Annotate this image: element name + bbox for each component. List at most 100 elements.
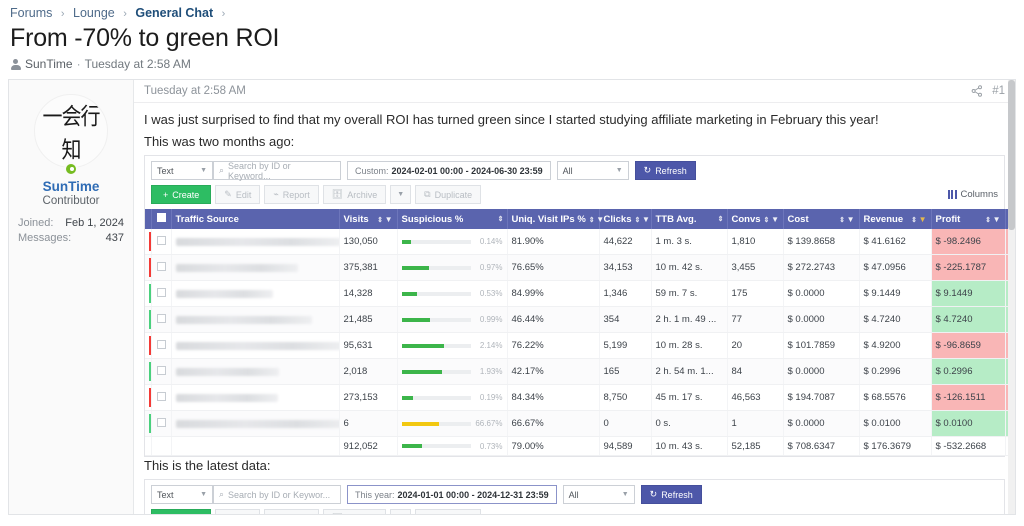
avatar[interactable]: 一会行知 — [34, 94, 108, 168]
row-checkbox[interactable] — [151, 411, 171, 437]
table-row[interactable]: 273,153 0.19% 84.34% 8,750 45 m. 17 s. 46,563… — [145, 385, 1015, 411]
table-row[interactable]: 21,485 0.99% 46.44% 354 2 h. 1 m. 49 ... 77 $ … — [145, 307, 1015, 333]
tracker2-refresh-button[interactable]: ↻ Refresh — [641, 485, 702, 504]
tracker2-search-input[interactable]: ⌕ Search by ID or Keywor... — [213, 485, 341, 504]
suspicious-value: 1.93% — [475, 367, 503, 376]
cell-revenue: $ 0.0100 — [859, 411, 931, 437]
cell-suspicious: 1.93% — [397, 359, 507, 385]
suspicious-value: 0.53% — [475, 289, 503, 298]
joined-label: Joined: — [18, 216, 53, 231]
tracker2-duplicate-button[interactable]: ⧉ Duplicate — [415, 509, 481, 514]
table-row[interactable]: 375,381 0.97% 76.65% 34,153 10 m. 42 s. 3,455… — [145, 255, 1015, 281]
cell-traffic-source[interactable] — [171, 229, 339, 255]
th-ttb-avg[interactable]: TTB Avg. ⇕ — [651, 209, 727, 229]
cell-ttb-avg: 1 m. 3 s. — [651, 229, 727, 255]
tracker2-report-button[interactable]: ⌁ Report — [264, 509, 318, 514]
cell-uniq-visit-ips: 46.44% — [507, 307, 599, 333]
th-cost[interactable]: Cost ⇕ ▼ — [783, 209, 859, 229]
suspicious-value: 0.73% — [475, 442, 503, 451]
cell-cost: $ 708.6347 — [783, 437, 859, 456]
cell-uniq-visit-ips: 42.17% — [507, 359, 599, 385]
tracker2-archive-dropdown[interactable]: ▼ — [390, 509, 411, 514]
tracker2-edit-button[interactable]: ✎ Edit — [215, 509, 260, 514]
row-checkbox[interactable] — [151, 333, 171, 359]
tracker1-archive-button[interactable]: 🗄 Archive — [323, 185, 386, 204]
search-icon: ⌕ — [219, 489, 224, 500]
tracker1-date-label: Custom: — [355, 166, 389, 176]
cell-traffic-source[interactable] — [171, 281, 339, 307]
row-checkbox[interactable] — [151, 385, 171, 411]
tracker1-scope-value: All — [563, 166, 573, 176]
tracker1-edit-button[interactable]: ✎ Edit — [215, 185, 260, 204]
author-name[interactable]: SunTime — [15, 179, 127, 194]
pencil-icon: ✎ — [224, 513, 232, 514]
tracker2-columns-button[interactable]: Columns — [948, 513, 999, 514]
th-uniq-visit-ips[interactable]: Uniq. Visit IPs % ⇕ ▼ — [507, 209, 599, 229]
row-checkbox[interactable] — [151, 229, 171, 255]
cell-traffic-source[interactable] — [171, 385, 339, 411]
cell-convs: 52,185 — [727, 437, 783, 456]
tracker2-type-select[interactable]: Text ▼ — [151, 485, 213, 504]
tracker1-columns-button[interactable]: Columns — [948, 189, 999, 200]
th-traffic-source[interactable]: Traffic Source — [171, 209, 339, 229]
cell-profit: $ -96.8659 — [931, 333, 1005, 359]
table-row[interactable]: 6 66.67% 66.67% 0 0 s. 1 $ 0.0000 $ 0.0100 $ 0.0… — [145, 411, 1015, 437]
th-visits[interactable]: Visits ⇕ ▼ — [339, 209, 397, 229]
cell-traffic-source[interactable] — [171, 359, 339, 385]
row-checkbox[interactable] — [151, 281, 171, 307]
table-row[interactable]: 130,050 0.14% 81.90% 44,622 1 m. 3 s. 1,810 $ … — [145, 229, 1015, 255]
table-row[interactable]: 2,018 1.93% 42.17% 165 2 h. 54 m. 1... 84 $ 0.… — [145, 359, 1015, 385]
totals-checkbox-cell — [151, 437, 171, 456]
tracker-panel-2: Text ▼ ⌕ Search by ID or Keywor... This … — [144, 479, 1005, 514]
columns-icon — [948, 190, 957, 199]
tracker1-create-label: Create — [172, 190, 199, 200]
row-checkbox[interactable] — [151, 359, 171, 385]
th-convs[interactable]: Convs ⇕ ▼ — [727, 209, 783, 229]
archive-icon: 🗄 — [332, 189, 343, 200]
row-checkbox[interactable] — [151, 255, 171, 281]
table-row[interactable]: 14,328 0.53% 84.99% 1,346 59 m. 7 s. 175 $ 0.0… — [145, 281, 1015, 307]
breadcrumb-item-lounge[interactable]: Lounge — [73, 6, 115, 20]
suspicious-bar: 0.73% — [402, 442, 503, 451]
breadcrumb-item-general-chat[interactable]: General Chat — [135, 6, 213, 20]
tracker1-archive-dropdown[interactable]: ▼ — [390, 185, 411, 204]
thread-author[interactable]: SunTime — [25, 57, 73, 71]
cell-traffic-source[interactable] — [171, 255, 339, 281]
tracker2-scope-select[interactable]: All ▼ — [563, 485, 635, 504]
tracker1-type-select[interactable]: Text ▼ — [151, 161, 213, 180]
post-vertical-scrollbar[interactable] — [1008, 80, 1015, 514]
tracker2-archive-button[interactable]: 🗄 Archive — [323, 509, 386, 514]
tracker1-scope-select[interactable]: All ▼ — [557, 161, 629, 180]
cell-convs: 84 — [727, 359, 783, 385]
tracker1-daterange-input[interactable]: Custom: 2024-02-01 00:00 - 2024-06-30 23… — [347, 161, 551, 180]
th-profit[interactable]: Profit ⇕ ▼ — [931, 209, 1005, 229]
tracker2-archive-label: Archive — [347, 514, 377, 515]
cell-profit: $ -532.2668 — [931, 437, 1005, 456]
suspicious-value: 0.14% — [475, 237, 503, 246]
cell-cost: $ 0.0000 — [783, 307, 859, 333]
post-timestamp[interactable]: Tuesday at 2:58 AM — [144, 85, 246, 97]
th-suspicious[interactable]: Suspicious % ⇕ — [397, 209, 507, 229]
post-number[interactable]: #1 — [992, 85, 1005, 97]
tracker2-create-button[interactable]: + Create — [151, 509, 211, 514]
tracker1-report-button[interactable]: ⌁ Report — [264, 185, 318, 204]
cell-cost: $ 101.7859 — [783, 333, 859, 359]
row-checkbox[interactable] — [151, 307, 171, 333]
tracker1-duplicate-button[interactable]: ⧉ Duplicate — [415, 185, 481, 204]
tracker1-create-button[interactable]: + Create — [151, 185, 211, 204]
person-icon — [10, 59, 21, 70]
tracker1-select-all-checkbox[interactable] — [151, 209, 171, 229]
th-revenue[interactable]: Revenue ⇕ ▼ — [859, 209, 931, 229]
tracker2-columns-label: Columns — [961, 513, 999, 514]
tracker2-daterange-input[interactable]: This year: 2024-01-01 00:00 - 2024-12-31… — [347, 485, 557, 504]
cell-traffic-source[interactable] — [171, 411, 339, 437]
cell-traffic-source[interactable] — [171, 307, 339, 333]
cell-traffic-source[interactable] — [171, 333, 339, 359]
breadcrumb-item-forums[interactable]: Forums — [10, 6, 52, 20]
th-clicks[interactable]: Clicks ⇕ ▼ — [599, 209, 651, 229]
table-row[interactable]: 95,631 2.14% 76.22% 5,199 10 m. 28 s. 20 $ 101… — [145, 333, 1015, 359]
tracker1-refresh-button[interactable]: ↻ Refresh — [635, 161, 696, 180]
share-icon[interactable] — [971, 85, 983, 97]
cell-clicks: 1,346 — [599, 281, 651, 307]
tracker1-search-input[interactable]: ⌕ Search by ID or Keyword... — [213, 161, 341, 180]
